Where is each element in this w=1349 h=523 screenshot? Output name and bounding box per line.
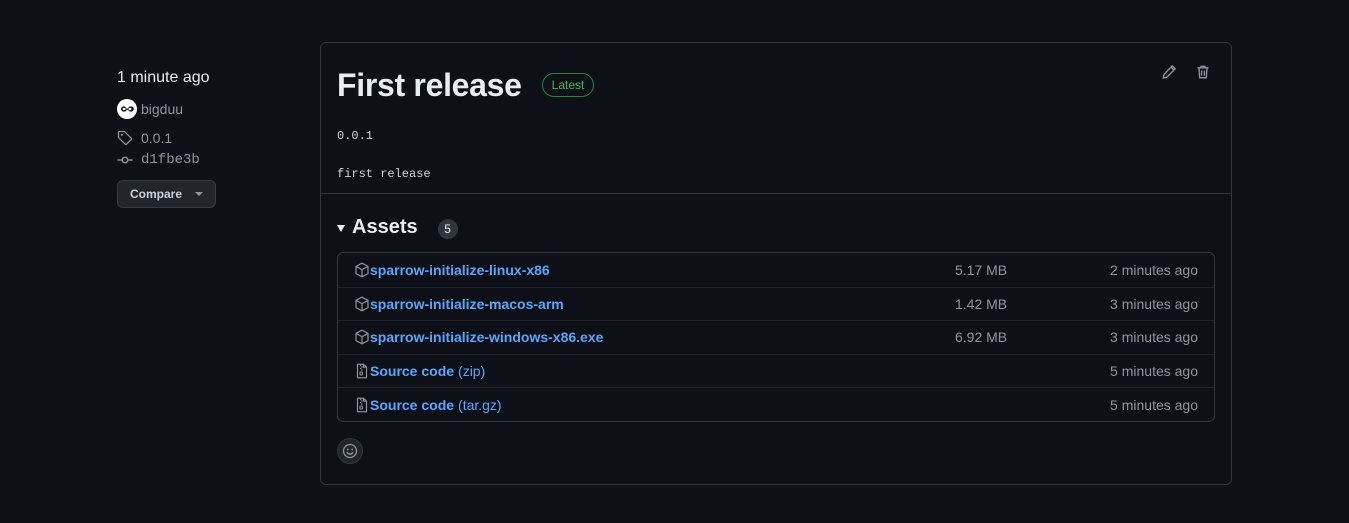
git-commit-icon bbox=[117, 152, 133, 168]
commit-row[interactable]: d1fbe3b bbox=[117, 150, 297, 170]
commit-sha[interactable]: d1fbe3b bbox=[141, 152, 200, 168]
asset-row: sparrow-initialize-linux-x86 5.17 MB 2 m… bbox=[338, 253, 1214, 287]
file-zip-icon bbox=[354, 363, 370, 379]
latest-badge: Latest bbox=[541, 73, 595, 97]
assets-section: Assets 5 sparrow-initialize-linux-x86 5.… bbox=[321, 194, 1231, 464]
asset-format[interactable]: (tar.gz) bbox=[458, 397, 502, 413]
release-header: First release Latest 0.0.1 first release bbox=[321, 43, 1231, 194]
author-row[interactable]: bigduu bbox=[117, 99, 297, 119]
assets-label: Assets bbox=[352, 215, 418, 238]
package-icon bbox=[354, 329, 370, 345]
asset-row: sparrow-initialize-windows-x86.exe 6.92 … bbox=[338, 320, 1214, 354]
asset-size: 5.17 MB bbox=[955, 261, 1008, 278]
asset-time: 2 minutes ago bbox=[1110, 261, 1198, 278]
assets-toggle[interactable]: Assets 5 bbox=[337, 215, 1215, 239]
asset-row: sparrow-initialize-macos-arm 1.42 MB 3 m… bbox=[338, 286, 1214, 321]
asset-time: 5 minutes ago bbox=[1110, 363, 1198, 380]
release-body: first release bbox=[337, 167, 431, 181]
trash-icon[interactable] bbox=[1195, 63, 1211, 81]
asset-row: Source code (zip) 5 minutes ago bbox=[338, 353, 1214, 388]
release-card: First release Latest 0.0.1 first release… bbox=[320, 42, 1232, 485]
asset-name[interactable]: Source code bbox=[370, 397, 454, 413]
package-icon bbox=[354, 262, 370, 278]
release-sidebar: 1 minute ago bigduu 0.0.1 d1fbe3b Compar… bbox=[117, 68, 297, 208]
package-icon bbox=[354, 296, 370, 312]
asset-size: 1.42 MB bbox=[955, 295, 1008, 312]
asset-format[interactable]: (zip) bbox=[458, 363, 485, 379]
asset-size: 6.92 MB bbox=[955, 329, 1008, 346]
release-tag-line: 0.0.1 bbox=[337, 129, 374, 143]
compare-label: Compare bbox=[130, 187, 183, 201]
asset-name[interactable]: sparrow-initialize-linux-x86 bbox=[370, 262, 550, 278]
smiley-icon bbox=[342, 443, 358, 459]
tag-label[interactable]: 0.0.1 bbox=[141, 130, 172, 146]
infinity-icon bbox=[121, 106, 134, 112]
asset-name[interactable]: sparrow-initialize-windows-x86.exe bbox=[370, 329, 603, 345]
release-time: 1 minute ago bbox=[117, 69, 210, 86]
pencil-icon[interactable] bbox=[1161, 63, 1177, 81]
asset-time: 5 minutes ago bbox=[1110, 396, 1198, 413]
asset-name[interactable]: sparrow-initialize-macos-arm bbox=[370, 296, 564, 312]
asset-row: Source code (tar.gz) 5 minutes ago bbox=[338, 387, 1214, 421]
tag-icon bbox=[117, 130, 133, 146]
release-title[interactable]: First release bbox=[337, 67, 522, 104]
file-zip-icon bbox=[354, 397, 370, 413]
asset-time: 3 minutes ago bbox=[1110, 329, 1198, 346]
author-name[interactable]: bigduu bbox=[141, 101, 183, 117]
asset-time: 3 minutes ago bbox=[1110, 295, 1198, 312]
asset-name[interactable]: Source code bbox=[370, 363, 454, 379]
tag-row[interactable]: 0.0.1 bbox=[117, 128, 297, 148]
asset-list: sparrow-initialize-linux-x86 5.17 MB 2 m… bbox=[337, 252, 1215, 422]
triangle-down-icon bbox=[337, 224, 345, 232]
caret-down-icon bbox=[195, 192, 203, 196]
assets-count-badge: 5 bbox=[437, 219, 458, 239]
release-actions bbox=[1161, 63, 1211, 81]
avatar[interactable] bbox=[117, 99, 137, 119]
add-reaction-button[interactable] bbox=[337, 437, 363, 464]
compare-button[interactable]: Compare bbox=[117, 180, 216, 208]
